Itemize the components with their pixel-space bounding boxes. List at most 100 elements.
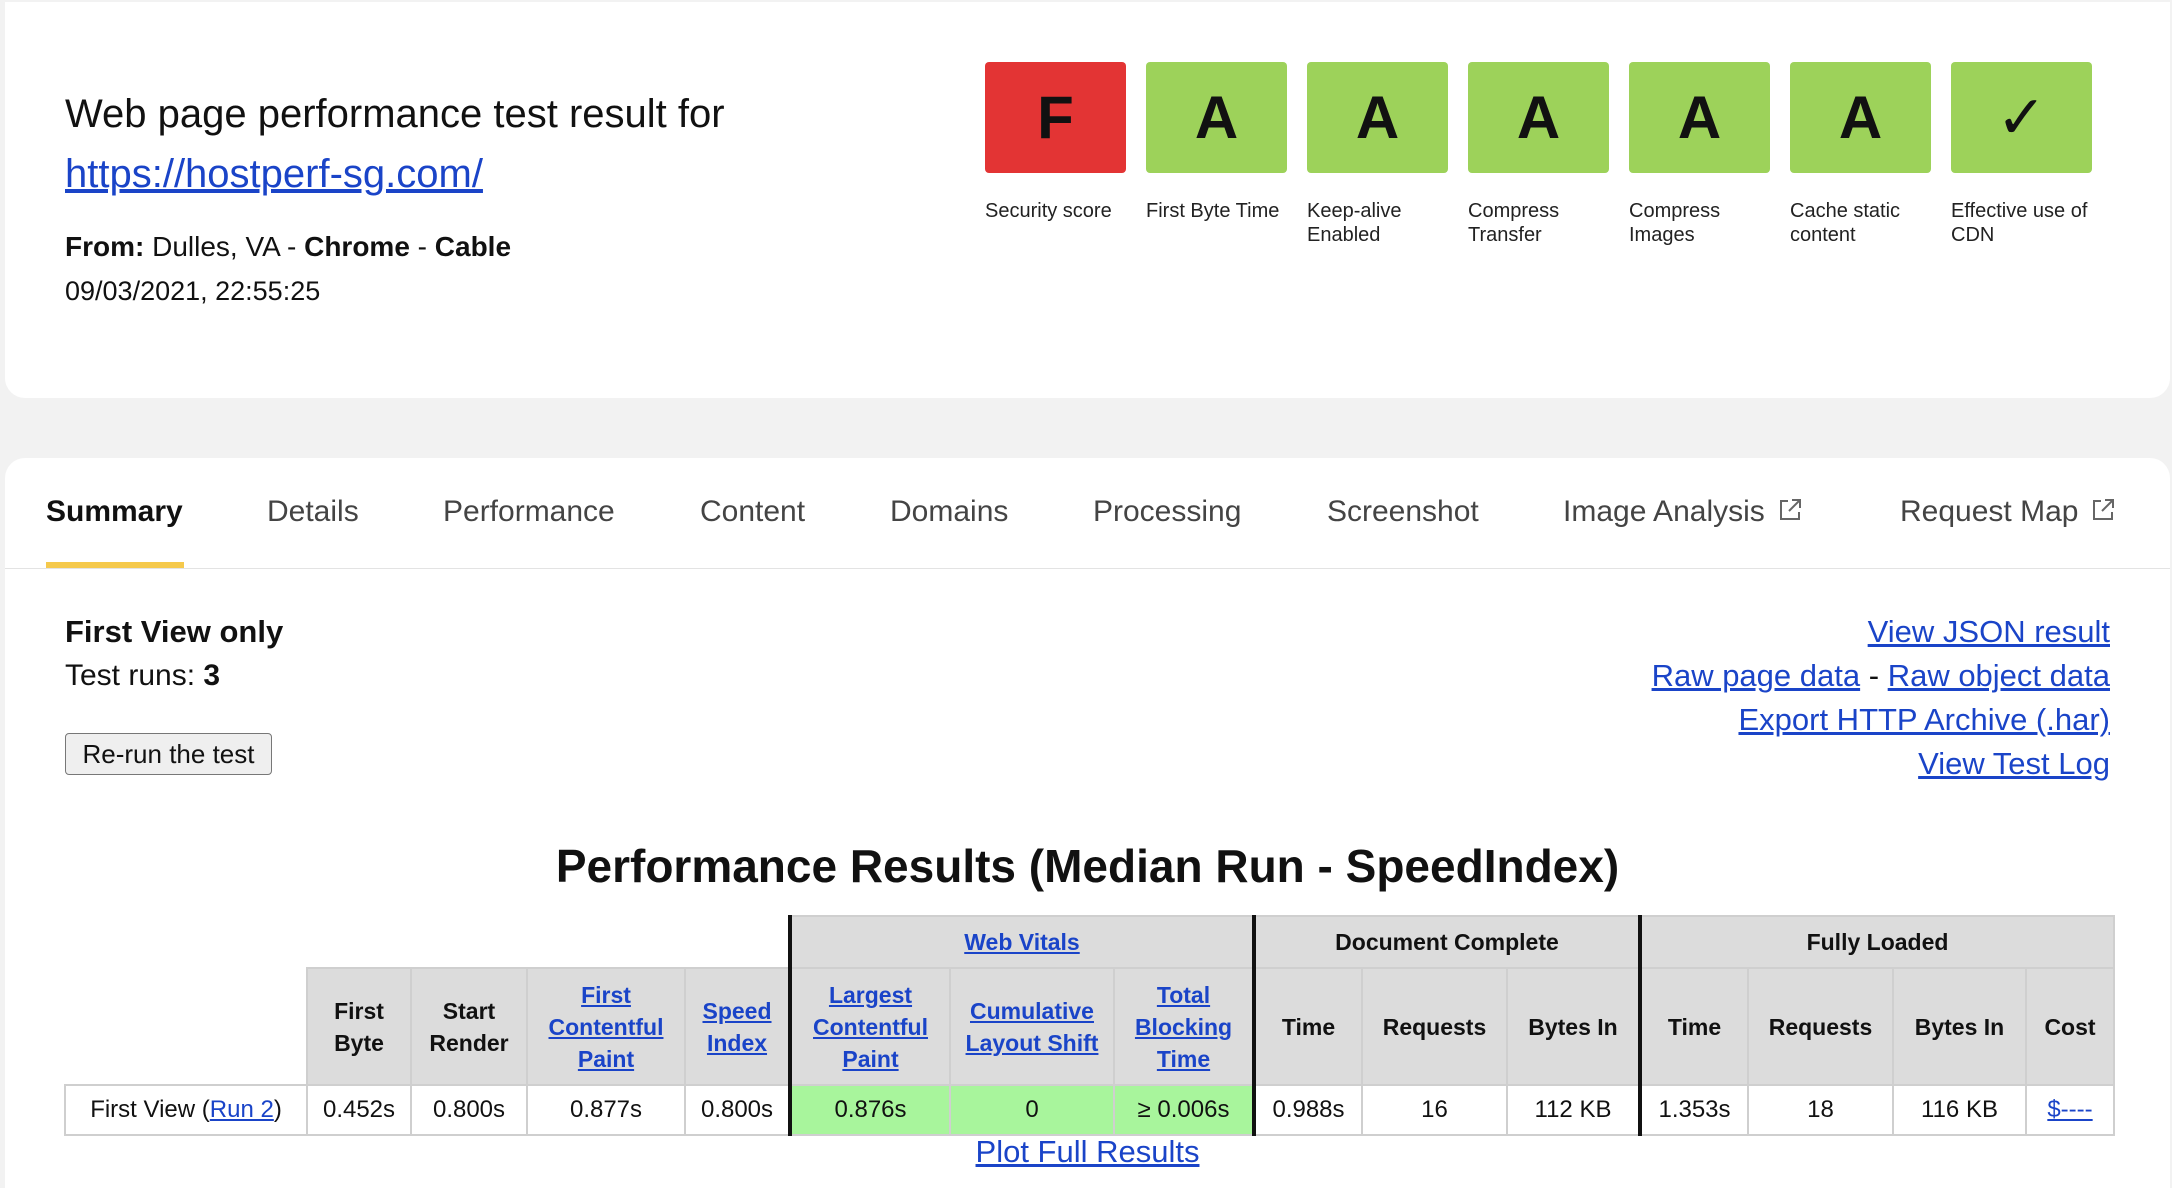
checkmark-icon[interactable]: ✓ [1951,62,2092,173]
col-doc-requests: Requests [1361,967,1508,1086]
grade-box[interactable]: A [1629,62,1770,173]
speed-index-link[interactable]: Speed Index [702,998,771,1056]
lcp-link[interactable]: Largest Contentful Paint [813,982,928,1072]
active-tab-indicator [46,562,184,568]
col-cls: Cumulative Layout Shift [949,967,1115,1086]
grade-keep-alive[interactable]: A Keep-alive Enabled [1307,62,1448,247]
grade-compress-images[interactable]: A Compress Images [1629,62,1770,247]
from-label: From: [65,231,145,262]
row-label-end: ) [273,1096,282,1123]
external-link-icon [2093,499,2115,520]
grade-label: Effective use of CDN [1951,200,2088,246]
grades-row: F Security score A First Byte Time A Kee… [985,62,2092,247]
grade-box[interactable]: A [1790,62,1931,173]
tab-bar: Summary Details Performance Content Doma… [5,458,2170,569]
col-tbt: Total Blocking Time [1113,967,1255,1086]
run-2-link[interactable]: Run 2 [210,1096,274,1123]
tab-screenshot[interactable]: Screenshot [1327,490,1479,534]
grade-cdn[interactable]: ✓ Effective use of CDN [1951,62,2092,247]
raw-object-data-link[interactable]: Raw object data [1888,658,2110,693]
raw-page-data-link[interactable]: Raw page data [1652,658,1861,693]
cls-link[interactable]: Cumulative Layout Shift [966,998,1099,1056]
test-timestamp: 09/03/2021, 22:55:25 [65,276,321,306]
tab-request-map[interactable]: Request Map [1900,490,2116,534]
cell-full-requests: 18 [1747,1084,1894,1136]
view-json-link[interactable]: View JSON result [1868,614,2110,649]
separator: - [417,231,427,262]
cost-link[interactable]: $---- [2047,1096,2092,1123]
cell-tbt: ≥ 0.006s [1113,1084,1255,1136]
tab-details[interactable]: Details [267,490,359,534]
cell-doc-requests: 16 [1361,1084,1508,1136]
tab-content[interactable]: Content [700,490,805,534]
plot-full-results-link[interactable]: Plot Full Results [976,1134,1200,1169]
results-title: Performance Results (Median Run - SpeedI… [555,840,1620,892]
cell-full-time: 1.353s [1638,1084,1749,1136]
results-table: Web Vitals Document Complete Fully Loade… [64,915,2115,1136]
col-doc-time: Time [1252,967,1363,1086]
grade-security-score[interactable]: F Security score [985,62,1126,247]
table-column-header-row: First Byte Start Render First Contentful… [65,967,2115,1086]
row-label: First View (Run 2) [64,1084,308,1136]
view-test-log-link[interactable]: View Test Log [1918,746,2110,781]
col-speed-index: Speed Index [684,967,791,1086]
col-full-requests: Requests [1747,967,1894,1086]
cell-cls: 0 [949,1084,1115,1136]
rerun-test-button[interactable]: Re-run the test [65,733,272,775]
page-title: Web page performance test result for [65,92,725,136]
col-cost: Cost [2025,967,2115,1086]
cell-doc-time: 0.988s [1252,1084,1363,1136]
tab-processing[interactable]: Processing [1093,490,1241,534]
main-card: Summary Details Performance Content Doma… [5,458,2170,1188]
grade-box[interactable]: A [1468,62,1609,173]
col-fcp: First Contentful Paint [526,967,686,1086]
grade-first-byte-time[interactable]: A First Byte Time [1146,62,1287,247]
test-location: From: Dulles, VA - Chrome - Cable [65,227,511,267]
cell-first-byte: 0.452s [306,1084,412,1136]
grade-label: Cache static content [1790,200,1901,246]
tbt-link[interactable]: Total Blocking Time [1135,982,1232,1072]
grade-box[interactable]: A [1307,62,1448,173]
cell-start-render: 0.800s [410,1084,528,1136]
view-mode-label: First View only [65,614,284,649]
test-runs-count: 3 [203,659,221,692]
col-doc-bytes: Bytes In [1506,967,1641,1086]
cell-cost: $---- [2025,1084,2115,1136]
tab-performance[interactable]: Performance [443,490,615,534]
export-har-link[interactable]: Export HTTP Archive (.har) [1738,702,2110,737]
col-full-bytes: Bytes In [1892,967,2027,1086]
grade-label: Compress Images [1629,200,1721,246]
connection: Cable [434,231,512,262]
tested-url-link[interactable]: https://hostperf-sg.com/ [65,148,483,200]
cell-lcp: 0.876s [788,1084,951,1136]
cell-fcp: 0.877s [526,1084,686,1136]
fully-loaded-header: Fully Loaded [1638,915,2115,969]
cell-doc-bytes: 112 KB [1506,1084,1641,1136]
grade-label: Security score [985,200,1112,222]
test-runs: Test runs: 3 [65,654,220,698]
col-lcp: Largest Contentful Paint [788,967,951,1086]
col-first-byte: First Byte [306,967,412,1086]
grade-box[interactable]: F [985,62,1126,173]
grade-label: First Byte Time [1146,200,1280,222]
cell-speed-index: 0.800s [684,1084,791,1136]
col-full-time: Time [1638,967,1749,1086]
grade-compress-transfer[interactable]: A Compress Transfer [1468,62,1609,247]
result-links: View JSON result Raw page data - Raw obj… [1652,610,2110,786]
tab-summary[interactable]: Summary [46,490,183,534]
link-separator: - [1868,658,1880,693]
blank-header [65,916,790,968]
browser: Chrome [304,231,410,262]
col-start-render: Start Render [410,967,528,1086]
tab-image-analysis[interactable]: Image Analysis [1563,490,1803,534]
location: Dulles, VA [152,231,280,262]
tab-domains[interactable]: Domains [890,490,1008,534]
grade-cache-static[interactable]: A Cache static content [1790,62,1931,247]
web-vitals-link[interactable]: Web Vitals [964,929,1079,955]
fcp-link[interactable]: First Contentful Paint [549,982,664,1072]
document-complete-header: Document Complete [1252,915,1641,969]
test-runs-label: Test runs: [65,659,196,692]
grade-box[interactable]: A [1146,62,1287,173]
separator: - [286,231,297,262]
table-group-header-row: Web Vitals Document Complete Fully Loade… [65,915,2115,969]
